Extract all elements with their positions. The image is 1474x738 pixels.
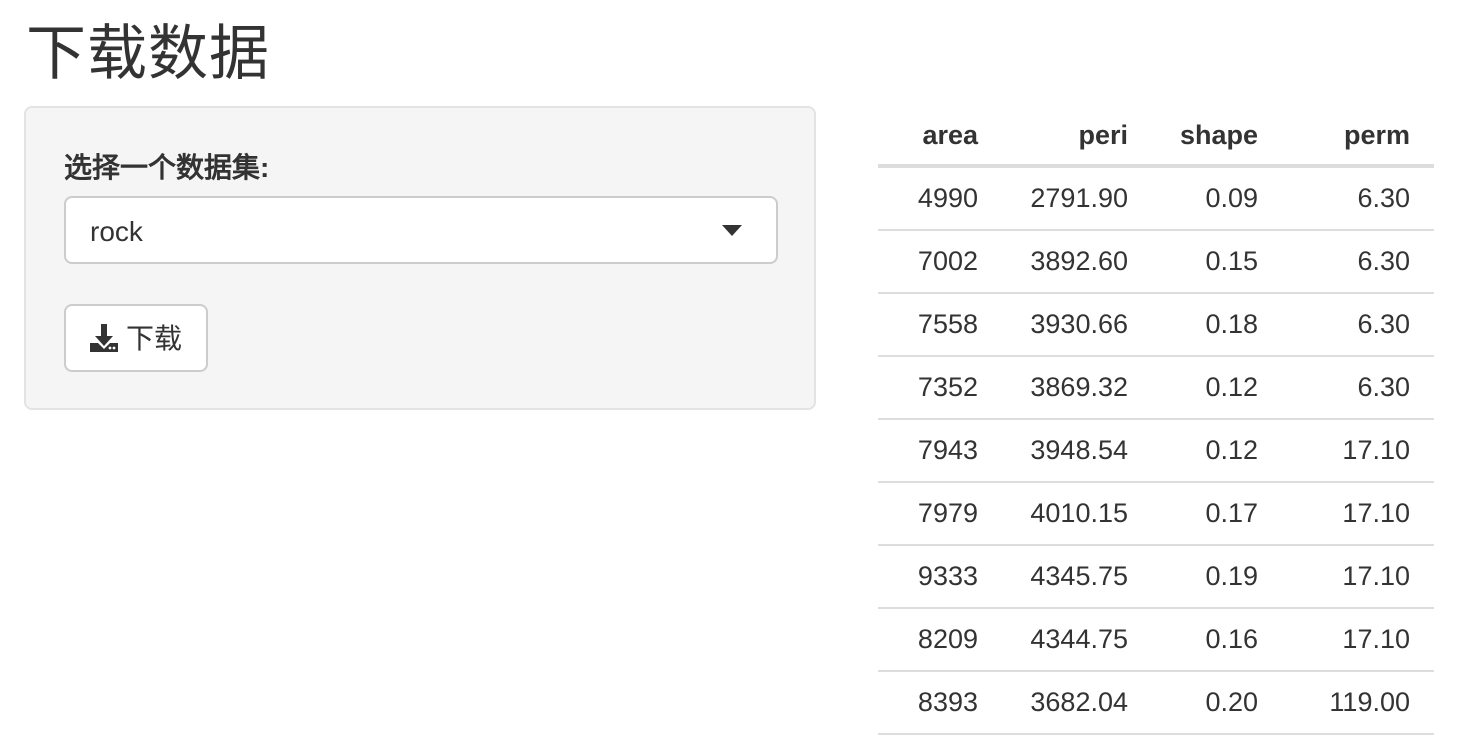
table-cell: 0.20	[1152, 671, 1282, 735]
table-cell: 6.30	[1282, 166, 1434, 231]
table-cell: 6.30	[1282, 356, 1434, 420]
sidebar-panel: 选择一个数据集: rock 下载	[24, 106, 816, 410]
dataset-label: 选择一个数据集:	[64, 152, 270, 183]
table-cell: 7352	[878, 356, 1002, 420]
table-cell: 2791.90	[1002, 166, 1152, 231]
table-row: 9333 4345.75 0.19 17.10	[878, 545, 1434, 609]
table-cell: 17.10	[1282, 608, 1434, 672]
table-cell: 7979	[878, 482, 1002, 546]
table-cell: 6.30	[1282, 230, 1434, 294]
table-cell: 8209	[878, 608, 1002, 672]
table-row: 4990 2791.90 0.09 6.30	[878, 166, 1434, 231]
table-header-row: area peri shape perm	[878, 106, 1434, 168]
download-button[interactable]: 下载	[64, 304, 208, 372]
table-cell: 8393	[878, 671, 1002, 735]
table-cell: 3682.04	[1002, 671, 1152, 735]
table-row: 8393 3682.04 0.20 119.00	[878, 671, 1434, 735]
table-cell: 0.19	[1152, 545, 1282, 609]
table-cell: 3892.60	[1002, 230, 1152, 294]
table-row: 7352 3869.32 0.12 6.30	[878, 356, 1434, 420]
table-row: 7002 3892.60 0.15 6.30	[878, 230, 1434, 294]
table-cell: 0.12	[1152, 356, 1282, 420]
table-cell: 4344.75	[1002, 608, 1152, 672]
table-cell: 0.17	[1152, 482, 1282, 546]
table-cell: 7558	[878, 293, 1002, 357]
download-label: 下载	[126, 323, 183, 354]
table-row: 7979 4010.15 0.17 17.10	[878, 482, 1434, 546]
table-cell: 3948.54	[1002, 419, 1152, 483]
column-header-perm: perm	[1282, 106, 1434, 168]
table-cell: 4990	[878, 166, 1002, 231]
table-cell: 7943	[878, 419, 1002, 483]
table-cell: 4010.15	[1002, 482, 1152, 546]
table-cell: 17.10	[1282, 545, 1434, 609]
table-row: 7558 3930.66 0.18 6.30	[878, 293, 1434, 357]
table-cell: 0.12	[1152, 419, 1282, 483]
table-cell: 0.18	[1152, 293, 1282, 357]
data-table: area peri shape perm 4990 2791.90 0.09 6…	[878, 106, 1434, 735]
column-header-area: area	[878, 106, 1002, 168]
table-cell: 0.09	[1152, 166, 1282, 231]
download-icon	[90, 324, 118, 352]
table-cell: 4345.75	[1002, 545, 1152, 609]
dataset-select-value: rock	[90, 216, 143, 247]
table-cell: 3930.66	[1002, 293, 1152, 357]
table-cell: 17.10	[1282, 482, 1434, 546]
table-cell: 9333	[878, 545, 1002, 609]
table-row: 7943 3948.54 0.12 17.10	[878, 419, 1434, 483]
table-cell: 17.10	[1282, 419, 1434, 483]
table-row: 8209 4344.75 0.16 17.10	[878, 608, 1434, 672]
column-header-peri: peri	[1002, 106, 1152, 168]
table-cell: 119.00	[1282, 671, 1434, 735]
table-cell: 6.30	[1282, 293, 1434, 357]
dataset-select[interactable]: rock	[64, 196, 778, 264]
chevron-down-icon	[722, 225, 742, 236]
table-cell: 3869.32	[1002, 356, 1152, 420]
table-cell: 0.15	[1152, 230, 1282, 294]
column-header-shape: shape	[1152, 106, 1282, 168]
page-title: 下载数据	[26, 20, 270, 87]
table-cell: 0.16	[1152, 608, 1282, 672]
table-cell: 7002	[878, 230, 1002, 294]
